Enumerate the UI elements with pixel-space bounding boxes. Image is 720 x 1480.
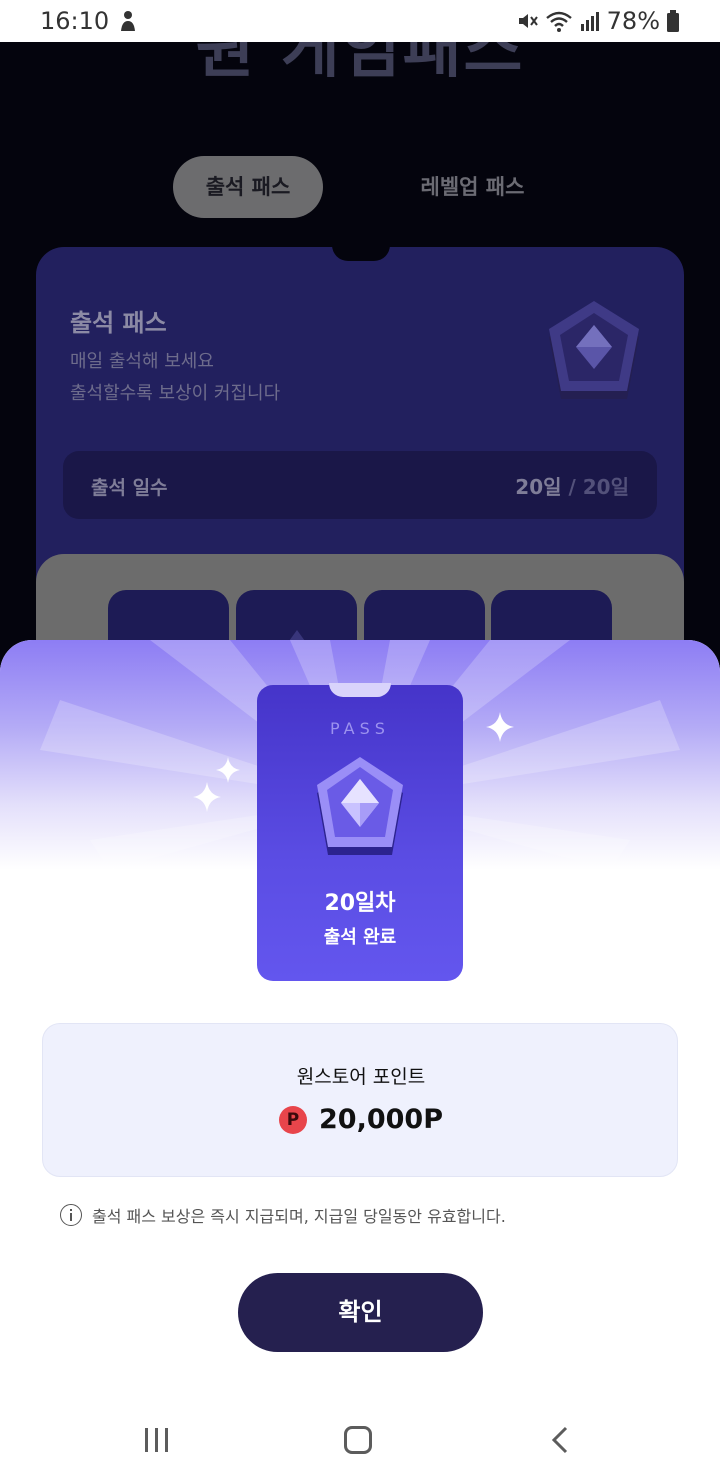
back-icon[interactable]: [550, 1426, 570, 1454]
pass-card-title: 출석 패스: [70, 309, 167, 337]
status-time: 16:10: [40, 7, 110, 35]
days-label: 출석 일수: [91, 477, 168, 499]
point-icon: P: [279, 1105, 307, 1134]
battery-icon: [667, 10, 679, 32]
info-icon: [60, 1204, 82, 1226]
pass-label: PASS: [330, 719, 390, 738]
tab-attendance-pass[interactable]: 출석 패스: [173, 156, 323, 218]
recent-apps-icon[interactable]: [144, 1428, 170, 1452]
status-icons: 78%: [515, 6, 680, 36]
gem-badge-icon: [549, 301, 639, 399]
gem-badge-icon: [317, 757, 403, 855]
reward-point-box: 원스토어 포인트 P 20,000P: [42, 1023, 678, 1177]
person-icon: [121, 11, 135, 31]
signal-icon: [580, 12, 599, 31]
card-notch: [332, 245, 390, 261]
attendance-pass-card: 출석 패스 매일 출석해 보세요 출석할수록 보상이 커집니다 출석 일수 20…: [36, 245, 684, 662]
pass-card-subtitle: 매일 출석해 보세요: [70, 351, 214, 372]
mute-icon: [518, 14, 538, 28]
system-nav-bar: [0, 1398, 720, 1480]
wifi-icon: [545, 11, 572, 32]
pass-card-subtitle: 출석할수록 보상이 커집니다: [70, 383, 281, 404]
card-notch: [329, 683, 391, 697]
notice-text: 출석 패스 보상은 즉시 지급되며, 지급일 당일동안 유효합니다.: [92, 1207, 506, 1226]
reward-value: 20,000P: [319, 1104, 443, 1135]
attendance-status: 출석 완료: [323, 927, 397, 948]
reward-row: P 20,000P: [43, 1104, 679, 1135]
days-current: 20일: [515, 475, 562, 499]
reward-bottom-sheet: PASS 20일차 출석 완료 원스토어 포인트 P 20,000P 출석 패스…: [0, 640, 720, 1480]
home-icon[interactable]: [344, 1426, 372, 1454]
sparkle-icon: [193, 782, 221, 812]
days-value: 20일 / 20일: [515, 471, 629, 500]
attendance-days-bar: 출석 일수 20일 / 20일: [63, 451, 657, 519]
background-page: 원 게임패스 출석 패스 레벨업 패스 출석 패스 매일 출석해 보세요 출석할…: [0, 42, 720, 662]
hero-title: 원 게임패스: [195, 42, 525, 87]
confirm-button[interactable]: 확인: [238, 1273, 483, 1352]
attendance-day: 20일차: [324, 891, 396, 916]
pass-reward-card: PASS 20일차 출석 완료: [257, 683, 463, 981]
battery-percent: 78%: [606, 7, 660, 35]
tab-levelup-pass[interactable]: 레벨업 패스: [400, 156, 545, 218]
status-bar: 16:10 78%: [0, 0, 720, 42]
sparkle-icon: [486, 712, 514, 742]
pass-tabs: 출석 패스 레벨업 패스: [0, 156, 720, 220]
days-separator: /: [561, 475, 583, 499]
reward-label: 원스토어 포인트: [296, 1066, 426, 1088]
sparkle-icon: [216, 757, 240, 783]
reward-notice: 출석 패스 보상은 즉시 지급되며, 지급일 당일동안 유효합니다.: [60, 1203, 506, 1227]
days-total: 20일: [582, 475, 629, 499]
